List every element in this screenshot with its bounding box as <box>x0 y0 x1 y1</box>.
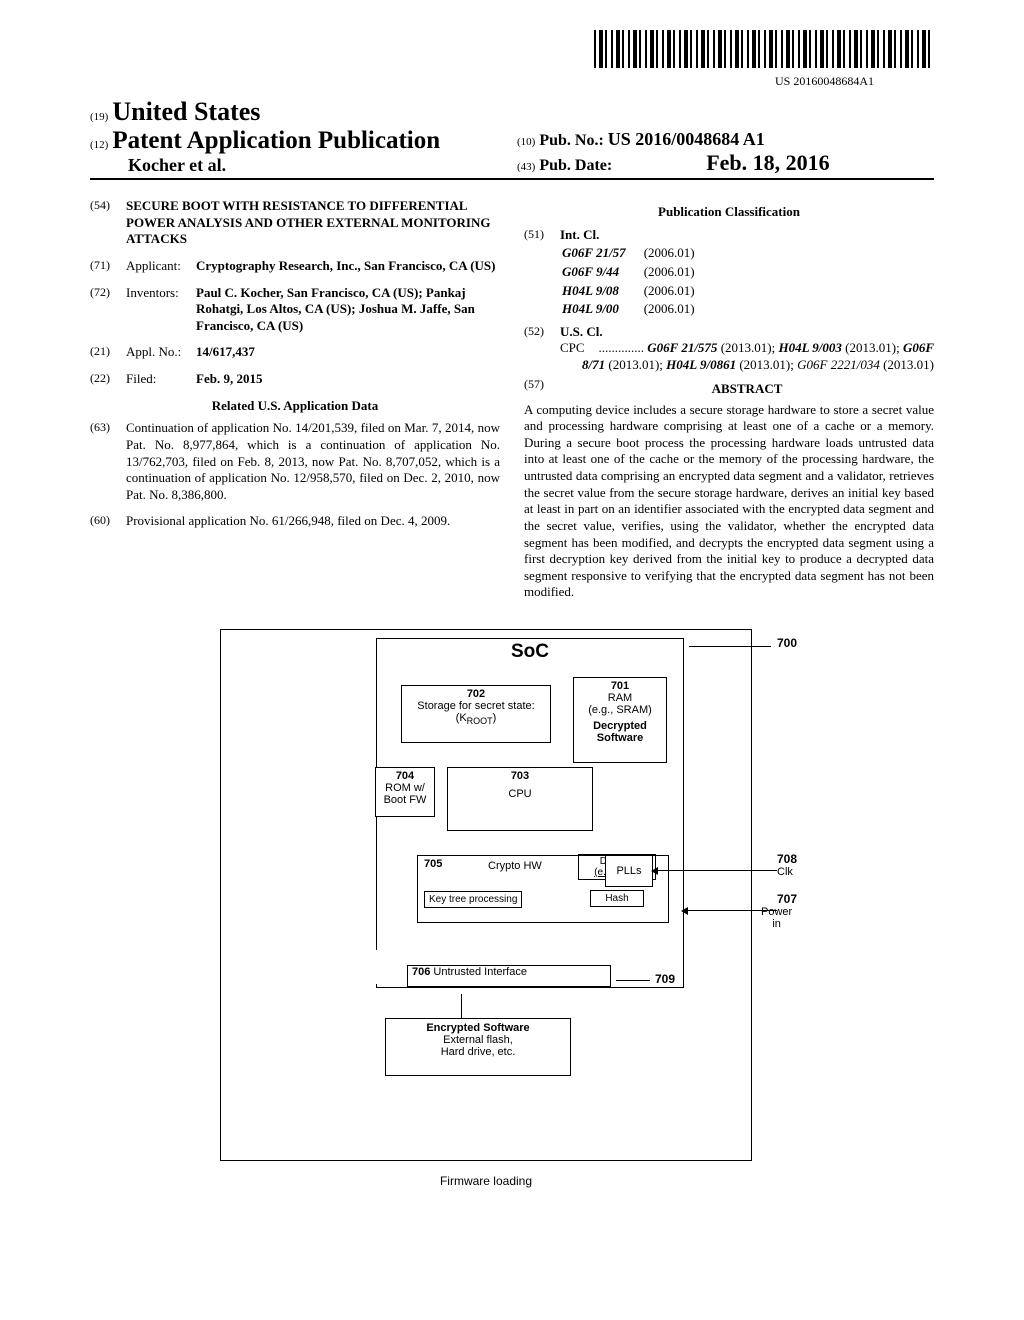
pub-no-label: Pub. No.: <box>539 132 603 149</box>
intcl-row: H04L 9/00(2006.01) <box>562 301 711 318</box>
inventors-code: (72) <box>90 285 126 335</box>
abstract-code: (57) <box>524 377 560 402</box>
fig-box-703: 703 CPU <box>447 767 593 831</box>
fig-box-plls: PLLs <box>605 855 653 887</box>
fig-box-701: 701 RAM (e.g., SRAM) Decrypted Software <box>573 677 667 763</box>
pub-date-label: Pub. Date: <box>539 157 612 174</box>
filed-code: (22) <box>90 371 126 388</box>
fig-connector-706-ext <box>461 994 462 1018</box>
author-line: Kocher et al. <box>90 155 507 176</box>
fig-ext-line1: External flash, <box>386 1034 570 1046</box>
fig-leader-700 <box>689 646 771 647</box>
filed-label: Filed: <box>126 371 196 388</box>
fig-soc-label: SoC <box>377 641 683 663</box>
applicant-text: Cryptography Research, Inc., San Francis… <box>196 258 500 275</box>
fig-702-line2: (KROOT) <box>402 712 550 726</box>
publication-header: (19) United States (12) Patent Applicati… <box>90 97 934 180</box>
continuation-text: Continuation of application No. 14/201,5… <box>126 420 500 503</box>
inventors-text: Paul C. Kocher, San Francisco, CA (US); … <box>196 285 500 335</box>
right-column: Publication Classification (51) Int. Cl.… <box>524 198 934 601</box>
fig-ext-line2: Hard drive, etc. <box>386 1046 570 1058</box>
fig-701-line4: Software <box>574 732 666 744</box>
fig-box-704: 704 ROM w/ Boot FW <box>375 767 435 817</box>
fig-ref-709: 709 <box>655 972 675 986</box>
barcode-number: US 20160048684A1 <box>90 74 934 89</box>
pub-no-code: (10) <box>517 136 535 148</box>
fig-701-num: 701 <box>574 680 666 692</box>
country-name: United States <box>112 97 260 126</box>
fig-702-num: 702 <box>402 688 550 700</box>
fig-705-keytree: Key tree processing <box>424 891 522 908</box>
uscl-label: U.S. Cl. <box>560 324 934 341</box>
fig-703-num: 703 <box>448 770 592 782</box>
fig-box-external: Encrypted Software External flash, Hard … <box>385 1018 571 1076</box>
fig-704-line1: ROM w/ <box>376 782 434 794</box>
cpc-text: CPC .............. G06F 21/575 (2013.01)… <box>560 340 934 373</box>
fig-703-label: CPU <box>448 788 592 800</box>
title-code: (54) <box>90 198 126 248</box>
applicant-code: (71) <box>90 258 126 275</box>
country-code: (19) <box>90 111 108 123</box>
appl-no-value: 14/617,437 <box>196 344 500 361</box>
fig-705-label: Crypto HW <box>488 860 542 872</box>
pub-no-value: US 2016/0048684 A1 <box>608 129 765 149</box>
fig-soc-box: SoC 702 Storage for secret state: (KROOT… <box>376 638 684 988</box>
intcl-row: H04L 9/08(2006.01) <box>562 283 711 300</box>
fig-704-num: 704 <box>376 770 434 782</box>
patent-title: SECURE BOOT WITH RESISTANCE TO DIFFERENT… <box>126 198 500 248</box>
pub-date-code: (43) <box>517 161 535 173</box>
fig-ext-title: Encrypted Software <box>386 1022 570 1034</box>
related-data-title: Related U.S. Application Data <box>90 398 500 415</box>
fig-soc-break <box>373 950 383 984</box>
fig-704-line2: Boot FW <box>376 794 434 806</box>
provisional-code: (60) <box>90 513 126 530</box>
classification-title: Publication Classification <box>524 204 934 221</box>
fig-clk-label: Clk <box>777 866 793 878</box>
continuation-code: (63) <box>90 420 126 503</box>
applicant-label: Applicant: <box>126 258 196 275</box>
fig-outer-box: 700 SoC 702 Storage for secret state: (K… <box>220 629 752 1161</box>
appl-no-label: Appl. No.: <box>126 344 196 361</box>
fig-leader-708 <box>657 870 777 871</box>
intcl-table: G06F 21/57(2006.01) G06F 9/44(2006.01) H… <box>560 243 713 320</box>
intcl-row: G06F 21/57(2006.01) <box>562 245 711 262</box>
fig-701-line2: (e.g., SRAM) <box>574 704 666 716</box>
inventors-label: Inventors: <box>126 285 196 335</box>
fig-705-num: 705 <box>424 858 442 870</box>
fig-705-hash: Hash <box>590 890 644 907</box>
fig-box-702: 702 Storage for secret state: (KROOT) <box>401 685 551 743</box>
fig-ref-708: 708 <box>777 852 797 866</box>
pub-date-value: Feb. 18, 2016 <box>706 150 829 175</box>
left-column: (54) SECURE BOOT WITH RESISTANCE TO DIFF… <box>90 198 500 601</box>
doc-kind-code: (12) <box>90 139 108 151</box>
abstract-text: A computing device includes a secure sto… <box>524 402 934 602</box>
uscl-code: (52) <box>524 324 560 373</box>
fig-701-line1: RAM <box>574 692 666 704</box>
fig-ref-700: 700 <box>777 636 797 650</box>
provisional-text: Provisional application No. 61/266,948, … <box>126 513 500 530</box>
appl-no-code: (21) <box>90 344 126 361</box>
intcl-code: (51) <box>524 227 560 320</box>
fig-box-706: 706 Untrusted Interface <box>407 965 611 987</box>
fig-702-line1: Storage for secret state: <box>402 700 550 712</box>
abstract-label: ABSTRACT <box>560 381 934 398</box>
intcl-row: G06F 9/44(2006.01) <box>562 264 711 281</box>
barcode-region <box>90 30 934 73</box>
intcl-label: Int. Cl. <box>560 227 934 244</box>
doc-kind: Patent Application Publication <box>112 127 440 154</box>
figure: 700 SoC 702 Storage for secret state: (K… <box>90 629 934 1189</box>
fig-caption: Firmware loading <box>221 1174 751 1188</box>
fig-power-label: Power in <box>761 906 792 930</box>
filed-value: Feb. 9, 2015 <box>196 371 500 388</box>
fig-ref-707: 707 <box>777 892 797 906</box>
fig-leader-709 <box>616 980 650 981</box>
fig-701-line3: Decrypted <box>574 720 666 732</box>
barcode-graphic <box>594 30 934 68</box>
